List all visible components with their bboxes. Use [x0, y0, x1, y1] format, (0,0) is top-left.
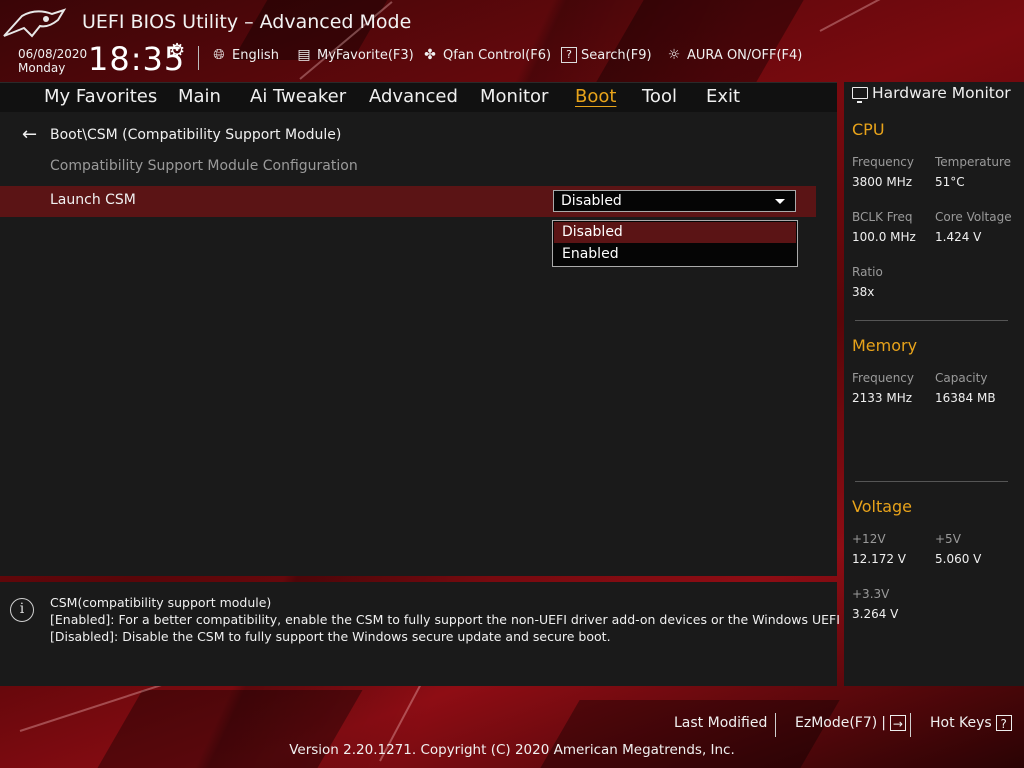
date-display: 06/08/2020 Monday	[18, 47, 87, 75]
last-modified-label: Last Modified	[674, 715, 768, 731]
section-subtitle: Compatibility Support Module Configurati…	[50, 158, 358, 174]
hot-keys-label: Hot Keys	[930, 715, 992, 731]
tab-monitor[interactable]: Monitor	[480, 86, 548, 107]
hot-keys-button[interactable]: Hot Keys ?	[930, 715, 1012, 731]
breadcrumb-text: Boot\CSM (Compatibility Support Module)	[50, 126, 342, 143]
v33-label: +3.3V	[852, 587, 890, 601]
help-question-icon: ?	[995, 715, 1012, 731]
hardware-monitor-panel: Hardware Monitor CPU Frequency Temperatu…	[844, 82, 1024, 686]
v12-label: +12V	[852, 532, 886, 546]
version-text: Version 2.20.1271. Copyright (C) 2020 Am…	[289, 742, 735, 758]
cpu-section-title: CPU	[852, 120, 885, 139]
option-label: Enabled	[562, 246, 619, 262]
launch-csm-dropdown: Disabled Enabled	[552, 220, 798, 267]
option-enabled[interactable]: Enabled	[554, 244, 796, 265]
search-help-icon: ?	[561, 47, 577, 63]
hardware-monitor-title: Hardware Monitor	[852, 84, 1011, 103]
bclk-value: 100.0 MHz	[852, 230, 916, 244]
tab-my-favorites[interactable]: My Favorites	[44, 86, 157, 107]
monitor-icon	[852, 87, 868, 103]
cpu-temperature-value: 51°C	[935, 175, 965, 189]
header-bar: UEFI BIOS Utility – Advanced Mode 06/08/…	[0, 0, 1024, 82]
caret-down-icon	[775, 199, 785, 204]
main-menu-bar: My Favorites Main Ai Tweaker Advanced Mo…	[0, 82, 837, 113]
memory-capacity-label: Capacity	[935, 371, 988, 385]
app-title: UEFI BIOS Utility – Advanced Mode	[82, 11, 412, 33]
ratio-value: 38x	[852, 285, 875, 299]
date-text: 06/08/2020	[18, 47, 88, 61]
v5-value: 5.060 V	[935, 552, 982, 566]
setting-row-launch-csm[interactable]: Launch CSM Disabled	[0, 186, 816, 217]
memory-capacity-value: 16384 MB	[935, 391, 996, 405]
ratio-label: Ratio	[852, 265, 883, 279]
cpu-frequency-value: 3800 MHz	[852, 175, 913, 189]
cpu-frequency-label: Frequency	[852, 155, 914, 169]
cpu-temperature-label: Temperature	[935, 155, 1012, 169]
favorite-list-icon: ▤	[297, 47, 311, 63]
settings-panel: ← Boot\CSM (Compatibility Support Module…	[0, 112, 837, 576]
memory-section-title: Memory	[852, 336, 918, 355]
voltage-section-title: Voltage	[852, 497, 913, 516]
qfan-label: Qfan Control(F6)	[443, 47, 552, 63]
cpu-divider	[855, 320, 1008, 321]
aura-label: AURA ON/OFF(F4)	[687, 47, 803, 63]
search-label: Search(F9)	[581, 47, 652, 63]
day-text: Monday	[18, 61, 66, 75]
core-voltage-value: 1.424 V	[935, 230, 982, 244]
help-panel: i CSM(compatibility support module) [Ena…	[0, 582, 883, 686]
myfavorite-button[interactable]: ▤ MyFavorite(F3)	[295, 47, 414, 63]
back-arrow-icon[interactable]: ←	[22, 124, 40, 145]
globe-icon: 🌐︎	[213, 47, 225, 63]
help-text: CSM(compatibility support module) [Enabl…	[50, 594, 883, 645]
help-line-enabled: [Enabled]: For a better compatibility, e…	[50, 612, 884, 627]
option-label: Disabled	[562, 224, 623, 240]
footer-divider	[910, 713, 911, 737]
tab-main[interactable]: Main	[178, 86, 221, 107]
help-line-disabled: [Disabled]: Disable the CSM to fully sup…	[50, 629, 611, 644]
ezmode-label: EzMode(F7)	[795, 715, 878, 731]
bclk-label: BCLK Freq	[852, 210, 913, 224]
hardware-monitor-label: Hardware Monitor	[872, 84, 1011, 102]
select-value: Disabled	[561, 193, 622, 209]
last-modified-button[interactable]: Last Modified	[674, 715, 767, 731]
exit-arrow-icon: →	[889, 715, 906, 731]
rog-logo	[3, 8, 67, 38]
v5-label: +5V	[935, 532, 961, 546]
qfan-control-button[interactable]: ✤ Qfan Control(F6)	[421, 47, 551, 63]
clock-settings-gear-icon[interactable]: ⚙	[169, 40, 185, 61]
fan-icon: ✤	[424, 47, 436, 63]
aura-toggle-button[interactable]: ☼ AURA ON/OFF(F4)	[665, 47, 803, 63]
memory-divider	[855, 481, 1008, 482]
breadcrumb: ← Boot\CSM (Compatibility Support Module…	[22, 124, 341, 145]
tab-ai-tweaker[interactable]: Ai Tweaker	[250, 86, 346, 107]
core-voltage-label: Core Voltage	[935, 210, 1012, 224]
v12-value: 12.172 V	[852, 552, 907, 566]
aura-light-icon: ☼	[667, 47, 681, 63]
v33-value: 3.264 V	[852, 607, 899, 621]
footer-divider	[775, 713, 776, 737]
language-button[interactable]: 🌐︎ English	[210, 47, 279, 63]
language-label: English	[232, 47, 279, 63]
memory-frequency-value: 2133 MHz	[852, 391, 913, 405]
separator-bar-icon: |	[881, 715, 886, 731]
tab-boot[interactable]: Boot	[575, 86, 616, 107]
tab-exit[interactable]: Exit	[706, 86, 740, 107]
myfavorite-label: MyFavorite(F3)	[317, 47, 414, 63]
tab-advanced[interactable]: Advanced	[369, 86, 458, 107]
info-icon: i	[10, 598, 34, 622]
tab-tool[interactable]: Tool	[642, 86, 677, 107]
help-line-title: CSM(compatibility support module)	[50, 595, 272, 610]
launch-csm-select[interactable]: Disabled	[553, 190, 796, 212]
memory-frequency-label: Frequency	[852, 371, 914, 385]
ezmode-button[interactable]: EzMode(F7) | →	[795, 715, 906, 731]
header-divider	[198, 46, 199, 70]
search-button[interactable]: ? Search(F9)	[561, 47, 652, 63]
setting-label: Launch CSM	[50, 192, 136, 208]
option-disabled[interactable]: Disabled	[554, 222, 796, 243]
